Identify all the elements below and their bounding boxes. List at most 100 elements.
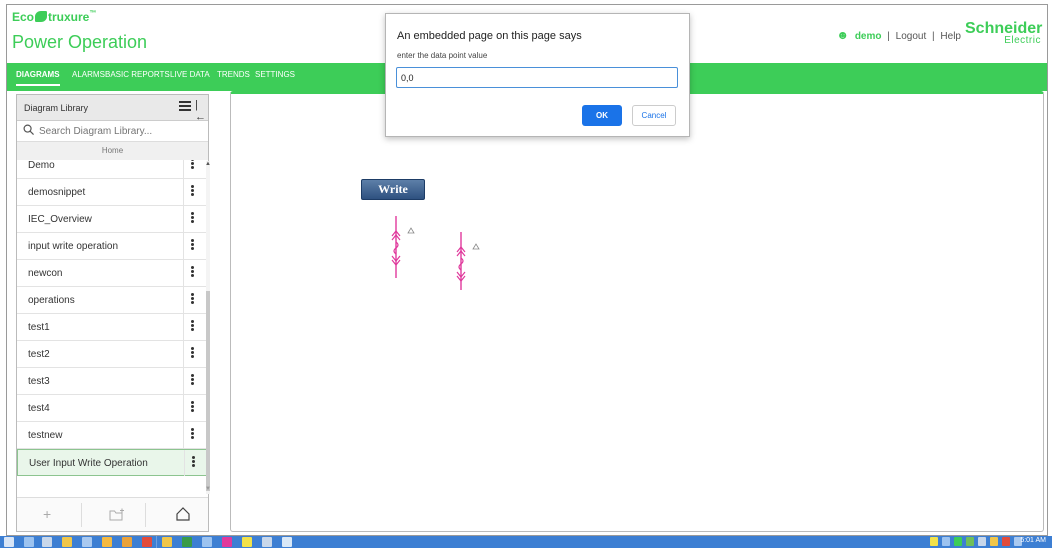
more-options-icon[interactable] [191, 266, 195, 280]
collapse-panel-icon[interactable]: |← [195, 99, 208, 123]
write-button[interactable]: Write [361, 179, 425, 200]
app-icon[interactable] [202, 537, 212, 547]
logout-link[interactable]: Logout [896, 31, 927, 42]
search-input[interactable] [39, 123, 199, 139]
more-options-icon[interactable] [191, 293, 195, 307]
sidebar-scrollbar[interactable]: ▲ ▼ [205, 161, 211, 494]
ok-button[interactable]: OK [582, 105, 622, 126]
breadcrumb-home[interactable]: Home [17, 142, 208, 160]
more-options-icon[interactable] [192, 456, 196, 470]
add-diagram-icon[interactable]: + [43, 506, 51, 522]
tray-icon[interactable] [1002, 537, 1010, 546]
nav-trends[interactable]: TRENDS [217, 70, 250, 79]
nav-settings[interactable]: SETTINGS [255, 70, 295, 79]
more-options-icon[interactable] [191, 185, 195, 199]
more-options-icon[interactable] [191, 239, 195, 253]
user-icon: ☻ [836, 28, 850, 42]
list-item[interactable]: Demo [17, 160, 207, 179]
breaker-symbol-1[interactable] [386, 216, 418, 278]
more-options-icon[interactable] [191, 401, 195, 415]
more-options-icon[interactable] [191, 160, 195, 172]
separator: | [932, 31, 935, 42]
app-icon[interactable] [162, 537, 172, 547]
list-item[interactable]: test2 [17, 341, 207, 368]
diagram-library-panel: Diagram Library |← Home Demo demosnippet… [16, 94, 211, 532]
list-item-label: input write operation [28, 241, 119, 252]
add-folder-icon[interactable] [109, 508, 125, 521]
app-window: Eco truxure™ Power Operation ☻ demo | Log… [6, 4, 1048, 536]
scroll-up-icon[interactable]: ▲ [205, 161, 211, 167]
scroll-down-icon[interactable]: ▼ [205, 486, 211, 492]
list-item[interactable]: test4 [17, 395, 207, 422]
hamburger-menu-icon[interactable] [179, 101, 191, 111]
scrollbar-thumb[interactable] [206, 291, 210, 491]
ecostruxure-logo: Eco truxure™ [12, 10, 96, 24]
list-item[interactable]: testnew [17, 422, 207, 449]
help-link[interactable]: Help [940, 31, 961, 42]
list-item-label: test4 [28, 403, 50, 414]
list-item-label: test1 [28, 322, 50, 333]
more-options-icon[interactable] [191, 320, 195, 334]
brand-struxure-text: truxure [48, 10, 90, 24]
list-item-selected[interactable]: User Input Write Operation [17, 449, 207, 476]
tray-icon[interactable] [954, 537, 962, 546]
list-item[interactable]: test1 [17, 314, 207, 341]
tray-icon[interactable] [942, 537, 950, 546]
list-item-label: IEC_Overview [28, 214, 92, 225]
list-item[interactable]: operations [17, 287, 207, 314]
list-item-label: testnew [28, 430, 63, 441]
product-name: Power Operation [12, 32, 148, 52]
sidebar-search [17, 121, 208, 142]
search-icon [23, 124, 34, 135]
nav-live-data[interactable]: LIVE DATA [170, 70, 210, 79]
username[interactable]: demo [855, 31, 882, 42]
sidebar-footer: + [17, 497, 208, 531]
powershell-icon[interactable] [42, 537, 52, 547]
list-item[interactable]: input write operation [17, 233, 207, 260]
ecostruxure-s-icon [35, 11, 48, 22]
tray-icon[interactable] [966, 537, 974, 546]
list-item[interactable]: demosnippet [17, 179, 207, 206]
sidebar-header: Diagram Library |← [17, 95, 208, 123]
cancel-button[interactable]: Cancel [632, 105, 676, 126]
list-item[interactable]: test3 [17, 368, 207, 395]
app-icon[interactable] [102, 537, 112, 547]
brand-tm-text: ™ [89, 10, 97, 17]
app-icon[interactable] [262, 537, 272, 547]
nav-diagrams[interactable]: DIAGRAMS [16, 70, 60, 86]
separator: | [887, 31, 890, 42]
app-icon[interactable] [122, 537, 132, 547]
list-item-label: demosnippet [28, 187, 86, 198]
diagram-canvas[interactable]: Write [230, 91, 1044, 532]
list-item-label: newcon [28, 268, 63, 279]
breaker-symbol-2[interactable] [451, 232, 483, 294]
app-icon[interactable] [82, 537, 92, 547]
more-options-icon[interactable] [191, 428, 195, 442]
tray-icon[interactable] [930, 537, 938, 546]
list-item-label: Demo [28, 160, 55, 171]
start-icon[interactable] [4, 537, 14, 547]
chrome-icon[interactable] [142, 537, 152, 547]
more-options-icon[interactable] [191, 212, 195, 226]
windows-taskbar: 5:01 AM [0, 536, 1052, 548]
app-icon[interactable] [222, 537, 232, 547]
vendor-line2: Electric [1004, 35, 1041, 46]
nav-alarms[interactable]: ALARMS [72, 70, 105, 79]
app-icon[interactable] [282, 537, 292, 547]
home-icon[interactable] [175, 506, 191, 522]
app-icon[interactable] [242, 537, 252, 547]
network-icon[interactable] [978, 537, 986, 546]
more-options-icon[interactable] [191, 374, 195, 388]
more-options-icon[interactable] [191, 347, 195, 361]
volume-icon[interactable] [990, 537, 998, 546]
app-icon[interactable] [182, 537, 192, 547]
server-manager-icon[interactable] [24, 537, 34, 547]
nav-basic-reports[interactable]: BASIC REPORTS [105, 70, 170, 79]
data-point-value-input[interactable] [396, 67, 678, 88]
list-item[interactable]: IEC_Overview [17, 206, 207, 233]
list-item[interactable]: newcon [17, 260, 207, 287]
list-item-label: operations [28, 295, 75, 306]
clock[interactable]: 5:01 AM [1020, 537, 1046, 544]
brand-eco-text: Eco [12, 10, 35, 24]
file-explorer-icon[interactable] [62, 537, 72, 547]
